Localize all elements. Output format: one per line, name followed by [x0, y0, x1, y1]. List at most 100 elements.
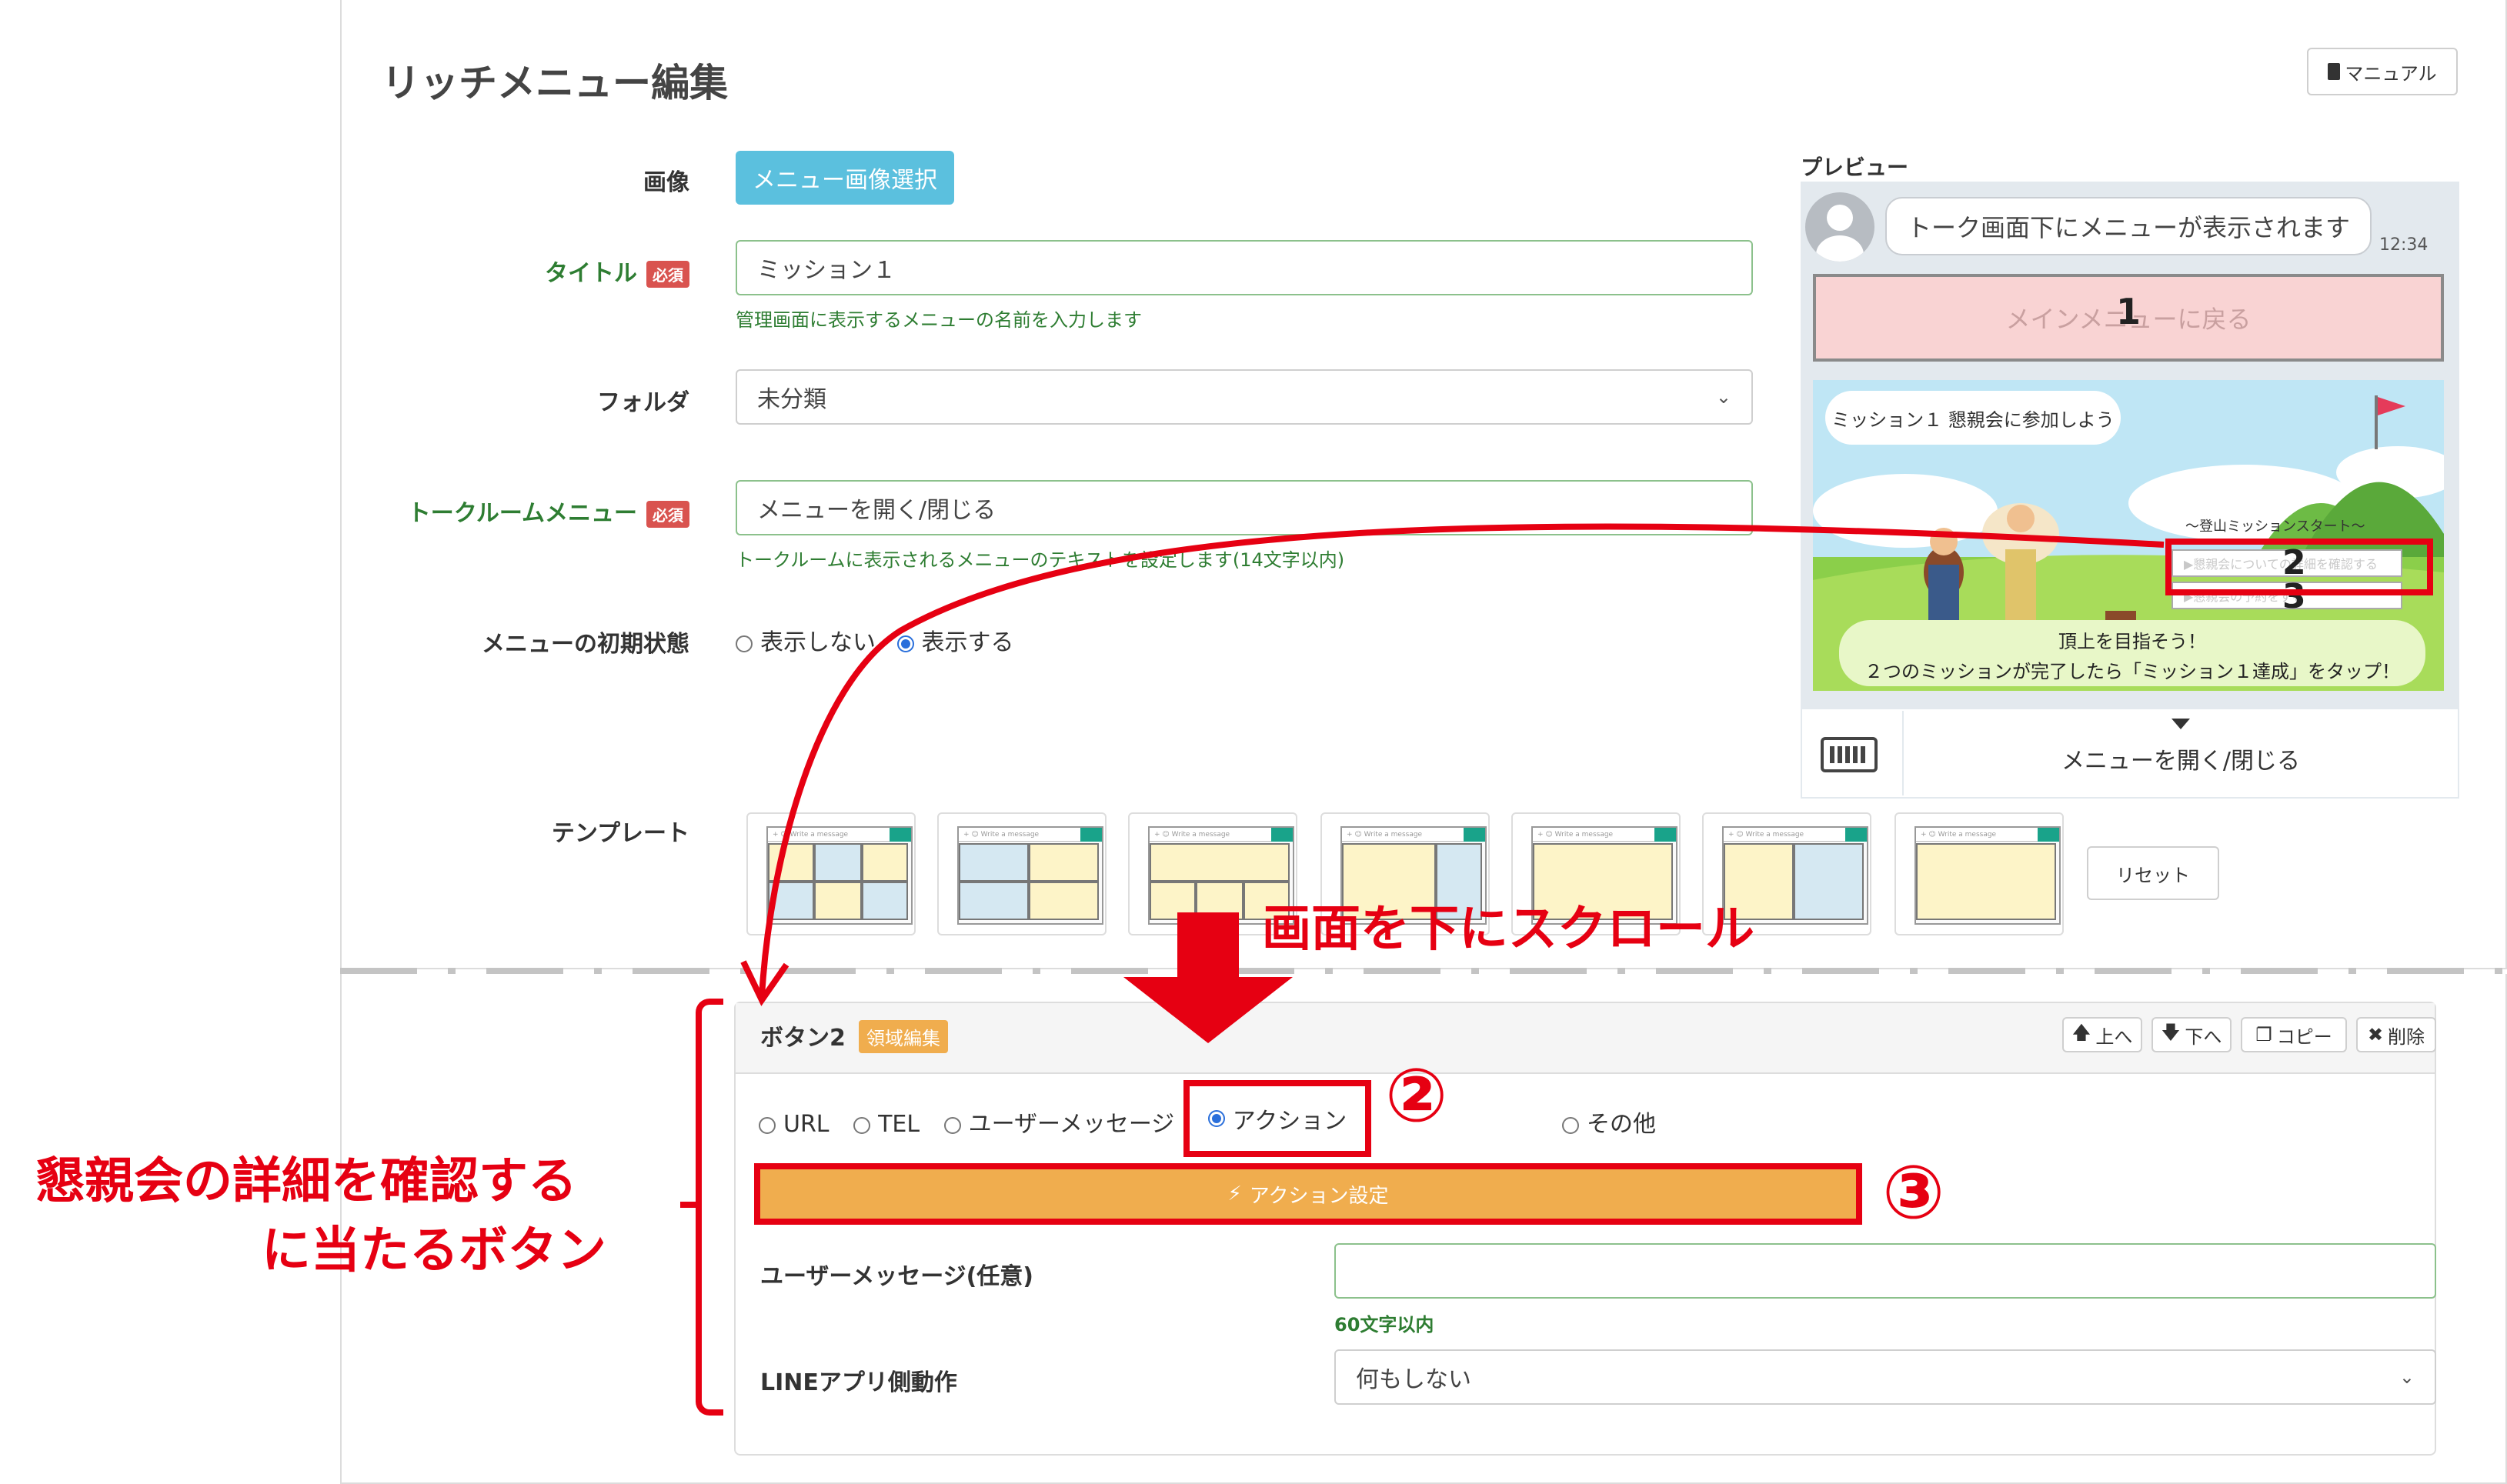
template-input-bar: + ☺ Write a message	[768, 828, 911, 842]
template-send-block	[1464, 828, 1485, 842]
arrow-head	[1123, 977, 1293, 1043]
user-msg-label: ユーザーメッセージ(任意)	[760, 1263, 1034, 1290]
talk-label: トークルームメニュー 必須	[339, 494, 689, 528]
template-cell	[1150, 843, 1290, 882]
radio-hide-label: 表示しない	[760, 629, 876, 656]
title-help: 管理画面に表示するメニューの名前を入力します	[736, 309, 1142, 331]
preview-highlight-box	[2165, 539, 2433, 595]
template-input-bar: + ☺ Write a message	[1150, 828, 1293, 842]
radio-action-highlight[interactable]: アクション	[1183, 1080, 1371, 1157]
mission-start-text: ～登山ミッションスタート～	[2185, 519, 2365, 535]
title-label-text: タイトル	[545, 260, 637, 287]
menu-toggle-text[interactable]: メニューを開く/閉じる	[1902, 742, 2459, 775]
radio-other[interactable]: その他	[1562, 1105, 1656, 1139]
side-note-line1: 懇親会の詳細を確認する	[35, 1153, 577, 1210]
avatar	[1805, 192, 1874, 262]
avatar-head	[1827, 205, 1853, 231]
initial-label: メニューの初期状態	[482, 631, 689, 658]
manual-button[interactable]: マニュアル	[2307, 48, 2458, 95]
book-icon	[2328, 63, 2341, 80]
radio-other-label: その他	[1587, 1111, 1656, 1138]
area-number-1: 1	[2116, 291, 2141, 332]
template-cell	[1029, 843, 1099, 882]
toggle-caret-icon	[2172, 719, 2190, 729]
action-setting-label: アクション設定	[1249, 1184, 1389, 1208]
template-send-block	[1654, 828, 1676, 842]
copy-button[interactable]: ❐ コピー	[2241, 1017, 2347, 1052]
reset-button[interactable]: リセット	[2087, 846, 2219, 900]
required-badge: 必須	[646, 261, 689, 288]
page-title: リッチメニュー編集	[382, 61, 728, 105]
banner-title-bubble: ミッション１ 懇親会に参加しよう	[1825, 391, 2121, 445]
template-screen: + ☺ Write a message	[957, 826, 1103, 925]
chevron-down-icon: ⌄	[1715, 386, 1731, 408]
template-send-block	[1845, 828, 1867, 842]
radio-circle	[736, 635, 753, 652]
area-edit-badge[interactable]: 領域編集	[859, 1020, 948, 1053]
action-setting-button[interactable]: ⚡ アクション設定	[754, 1163, 1862, 1225]
line-action-value: 何もしない	[1356, 1366, 1471, 1393]
radio-circle	[896, 635, 914, 652]
radio-circle	[759, 1116, 776, 1134]
button-title: ボタン2	[760, 1025, 846, 1052]
radio-show[interactable]: 表示する	[896, 629, 1014, 656]
select-image-button[interactable]: メニュー画像選択	[736, 151, 954, 205]
keyboard-icon[interactable]	[1821, 737, 1878, 772]
title-input[interactable]: ミッション１	[736, 240, 1753, 295]
folder-select[interactable]: 未分類 ⌄	[736, 369, 1753, 425]
banner-bottom-line1: 頂上を目指そう！	[2058, 631, 2206, 652]
template-thumbnail[interactable]: + ☺ Write a message	[937, 812, 1107, 935]
template-thumbnail[interactable]: + ☺ Write a message	[1894, 812, 2064, 935]
arrow-shaft	[1177, 912, 1239, 979]
move-down-button[interactable]: 🡇 下へ	[2151, 1017, 2232, 1052]
move-down-label: 下へ	[2185, 1025, 2222, 1048]
template-input-bar: + ☺ Write a message	[1342, 828, 1485, 842]
template-cell	[814, 882, 862, 920]
move-up-label: 上へ	[2095, 1025, 2133, 1048]
template-input-bar: + ☺ Write a message	[1533, 828, 1676, 842]
arrow-down-icon: 🡇	[2161, 1021, 2181, 1043]
template-cell	[959, 843, 1029, 882]
radio-user-message[interactable]: ユーザーメッセージ	[943, 1111, 1175, 1138]
template-cell	[1916, 843, 2056, 920]
template-cell	[1794, 843, 1864, 920]
radio-action-label: アクション	[1232, 1108, 1347, 1135]
initial-radio-group: 表示しない 表示する	[736, 623, 1014, 657]
bracket-tip	[680, 1202, 700, 1208]
line-action-select[interactable]: 何もしない ⌄	[1334, 1349, 2436, 1405]
delete-button[interactable]: ✖ 削除	[2356, 1017, 2436, 1052]
radio-tel[interactable]: TEL	[853, 1111, 920, 1138]
template-input-bar: + ☺ Write a message	[959, 828, 1102, 842]
template-screen: + ☺ Write a message	[766, 826, 913, 925]
radio-circle	[943, 1116, 961, 1134]
template-send-block	[1080, 828, 1102, 842]
template-cell	[814, 843, 862, 882]
manual-label: マニュアル	[2345, 62, 2437, 85]
folder-label: フォルダ	[597, 389, 689, 416]
radio-show-label: 表示する	[921, 629, 1014, 656]
talk-label-text: トークルームメニュー	[407, 500, 637, 527]
radio-url[interactable]: URL	[759, 1111, 830, 1138]
radio-hide[interactable]: 表示しない	[736, 629, 876, 656]
type-radio-group: URL TEL ユーザーメッセージ	[759, 1105, 1174, 1139]
banner-bottom-box: 頂上を目指そう！ ２つのミッションが完了したら「ミッション１達成」をタップ！	[1839, 620, 2425, 686]
talk-input[interactable]: メニューを開く/閉じる	[736, 480, 1753, 535]
template-screen: + ☺ Write a message	[1914, 826, 2061, 925]
radio-user-message-label: ユーザーメッセージ	[968, 1111, 1175, 1138]
radio-tel-label: TEL	[878, 1111, 920, 1138]
title-label: タイトル 必須	[385, 254, 689, 288]
radio-circle	[853, 1116, 871, 1134]
avatar-body	[1816, 235, 1864, 262]
talk-help: トークルームに表示されるメニューのテキストを設定します(14文字以内)	[736, 549, 1345, 571]
user-msg-help: 60文字以内	[1334, 1314, 1434, 1336]
chat-time: 12:34	[2379, 235, 2429, 255]
template-send-block	[2038, 828, 2059, 842]
user-msg-input[interactable]	[1334, 1243, 2436, 1299]
banner-bottom-line2: ２つのミッションが完了したら「ミッション１達成」をタップ！	[1864, 661, 2400, 682]
step-2-marker: ②	[1385, 1052, 1448, 1139]
template-cell	[959, 882, 1029, 920]
keyboard-keys	[1830, 746, 1868, 763]
template-cell	[861, 843, 908, 882]
move-up-button[interactable]: 🡅 上へ	[2062, 1017, 2142, 1052]
template-thumbnail[interactable]: + ☺ Write a message	[746, 812, 916, 935]
